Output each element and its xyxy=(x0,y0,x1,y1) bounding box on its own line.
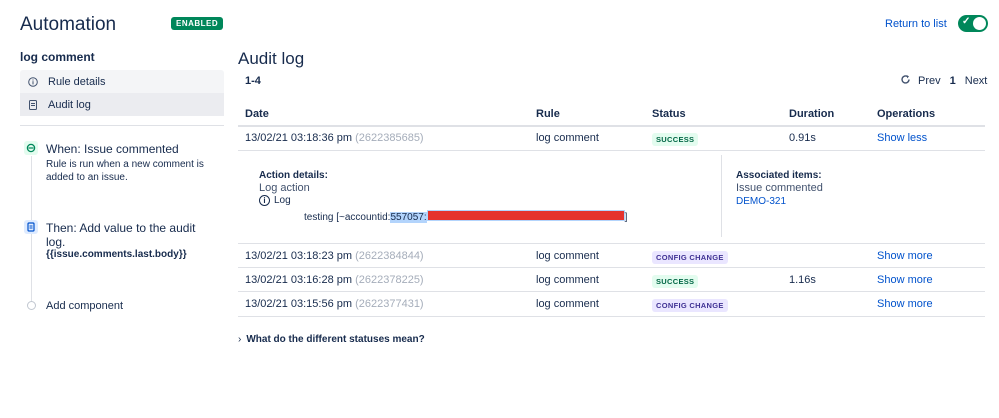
table-row-date: 13/02/21 03:18:23 pm (2622384844) xyxy=(245,250,424,262)
info-icon xyxy=(28,76,38,87)
audit-log-action-icon xyxy=(24,220,38,234)
check-icon: ✓ xyxy=(962,16,971,27)
show-less-link[interactable]: Show less xyxy=(877,132,927,144)
table-row-rule: log comment xyxy=(536,132,599,144)
chevron-right-icon: › xyxy=(238,334,242,345)
rule-name: log comment xyxy=(20,50,95,64)
add-component-dot-icon xyxy=(27,301,36,310)
trigger-step-description: Rule is run when a new comment is added … xyxy=(46,159,204,183)
table-row-date: 13/02/21 03:18:36 pm (2622385685) xyxy=(245,132,424,144)
issue-link[interactable]: DEMO-321 xyxy=(736,196,786,207)
table-row-rule: log comment xyxy=(536,274,599,286)
app-title: Automation xyxy=(20,14,117,35)
show-more-link[interactable]: Show more xyxy=(877,298,933,310)
column-header-date: Date xyxy=(245,108,269,120)
next-page-button[interactable]: Next xyxy=(965,75,988,87)
enabled-badge: ENABLED xyxy=(171,17,224,30)
table-row-duration: 0.91s xyxy=(789,132,816,144)
sidebar-item-rule-details[interactable]: Rule details xyxy=(20,70,224,93)
row-divider xyxy=(238,291,985,292)
row-divider xyxy=(238,243,985,244)
column-header-status: Status xyxy=(652,108,686,120)
table-row-date: 13/02/21 03:16:28 pm (2622378225) xyxy=(245,274,424,286)
redacted-account-id xyxy=(426,210,625,221)
pagination: Prev 1 Next xyxy=(900,74,987,88)
sidebar-nav: Rule details Audit log xyxy=(20,70,224,116)
column-header-duration: Duration xyxy=(789,108,835,120)
sidebar-divider xyxy=(20,125,224,126)
status-badge: SUCCESS xyxy=(652,275,699,288)
row-divider xyxy=(238,150,985,151)
column-header-operations: Operations xyxy=(877,108,936,120)
info-icon: i xyxy=(259,195,270,206)
result-range: 1-4 xyxy=(245,75,261,87)
log-label: Log xyxy=(274,195,291,206)
show-more-link[interactable]: Show more xyxy=(877,274,933,286)
table-row-duration: 1.16s xyxy=(789,274,816,286)
refresh-icon[interactable] xyxy=(900,74,911,88)
column-header-rule: Rule xyxy=(536,108,560,120)
return-to-list-link[interactable]: Return to list xyxy=(885,18,947,30)
associated-items-label: Associated items: xyxy=(736,170,822,181)
table-row-date: 13/02/21 03:15:56 pm (2622377431) xyxy=(245,298,424,310)
toggle-knob xyxy=(973,17,986,30)
status-badge: SUCCESS xyxy=(652,133,699,146)
table-header-divider xyxy=(238,125,985,127)
row-divider xyxy=(238,267,985,268)
status-help-expander[interactable]: › What do the different statuses mean? xyxy=(238,334,425,345)
log-entry-header: i Log xyxy=(259,195,291,206)
rule-enabled-toggle[interactable]: ✓ xyxy=(958,15,988,32)
document-icon xyxy=(28,99,38,110)
row-divider xyxy=(238,316,985,317)
table-row-rule: log comment xyxy=(536,298,599,310)
status-badge: CONFIG CHANGE xyxy=(652,251,728,264)
show-more-link[interactable]: Show more xyxy=(877,250,933,262)
sidebar-item-audit-log[interactable]: Audit log xyxy=(20,93,224,116)
associated-event: Issue commented xyxy=(736,182,823,194)
current-page: 1 xyxy=(949,75,956,87)
action-details-label: Action details: xyxy=(259,170,328,181)
comment-trigger-icon xyxy=(24,141,38,155)
action-name: Log action xyxy=(259,182,310,194)
add-component-button[interactable]: Add component xyxy=(46,300,123,312)
sidebar-item-label: Audit log xyxy=(48,98,91,111)
prev-page-button[interactable]: Prev xyxy=(918,75,941,87)
details-divider xyxy=(721,155,722,237)
status-badge: CONFIG CHANGE xyxy=(652,299,728,312)
table-row-rule: log comment xyxy=(536,250,599,262)
log-message: testing [~accountid:557057:] xyxy=(304,210,628,223)
trigger-step-title[interactable]: When: Issue commented xyxy=(46,142,179,156)
page-title: Audit log xyxy=(238,49,305,68)
action-step-value: {{issue.comments.last.body}} xyxy=(46,249,187,260)
sidebar-item-label: Rule details xyxy=(48,75,106,88)
action-step-title[interactable]: Then: Add value to the audit log. xyxy=(46,221,216,249)
